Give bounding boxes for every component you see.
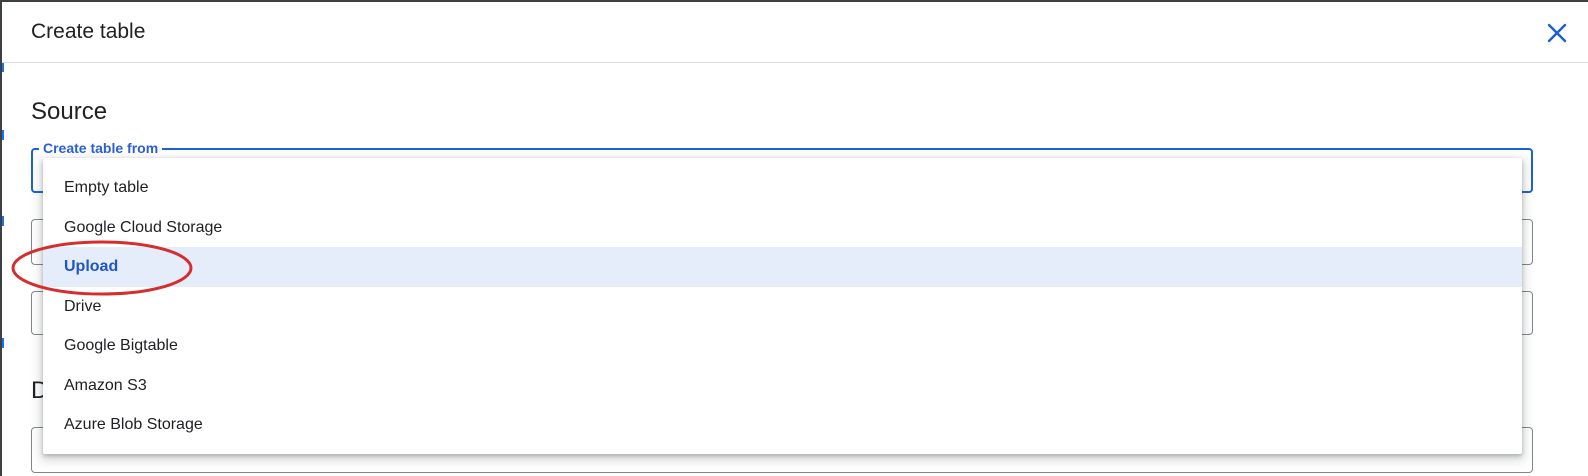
source-heading: Source — [31, 98, 108, 125]
option-upload[interactable]: Upload — [43, 247, 1522, 287]
create-table-from-label: Create table from — [39, 140, 163, 156]
option-empty-table[interactable]: Empty table — [43, 168, 1522, 208]
close-button[interactable] — [1540, 16, 1574, 50]
close-icon — [1547, 23, 1567, 43]
option-azure-blob-storage[interactable]: Azure Blob Storage — [43, 405, 1522, 445]
option-google-cloud-storage[interactable]: Google Cloud Storage — [43, 208, 1522, 248]
background-edge-mark — [2, 338, 4, 348]
option-google-bigtable[interactable]: Google Bigtable — [43, 326, 1522, 366]
option-amazon-s3[interactable]: Amazon S3 — [43, 366, 1522, 406]
create-table-dialog: Create table Source Create table from D … — [0, 0, 1588, 476]
background-edge-mark — [2, 130, 4, 140]
dialog-header: Create table — [2, 2, 1588, 63]
background-edge-mark — [2, 62, 4, 72]
background-edge-mark — [2, 216, 4, 226]
create-table-from-dropdown: Empty table Google Cloud Storage Upload … — [43, 158, 1522, 454]
dialog-title: Create table — [31, 20, 146, 43]
option-drive[interactable]: Drive — [43, 287, 1522, 327]
